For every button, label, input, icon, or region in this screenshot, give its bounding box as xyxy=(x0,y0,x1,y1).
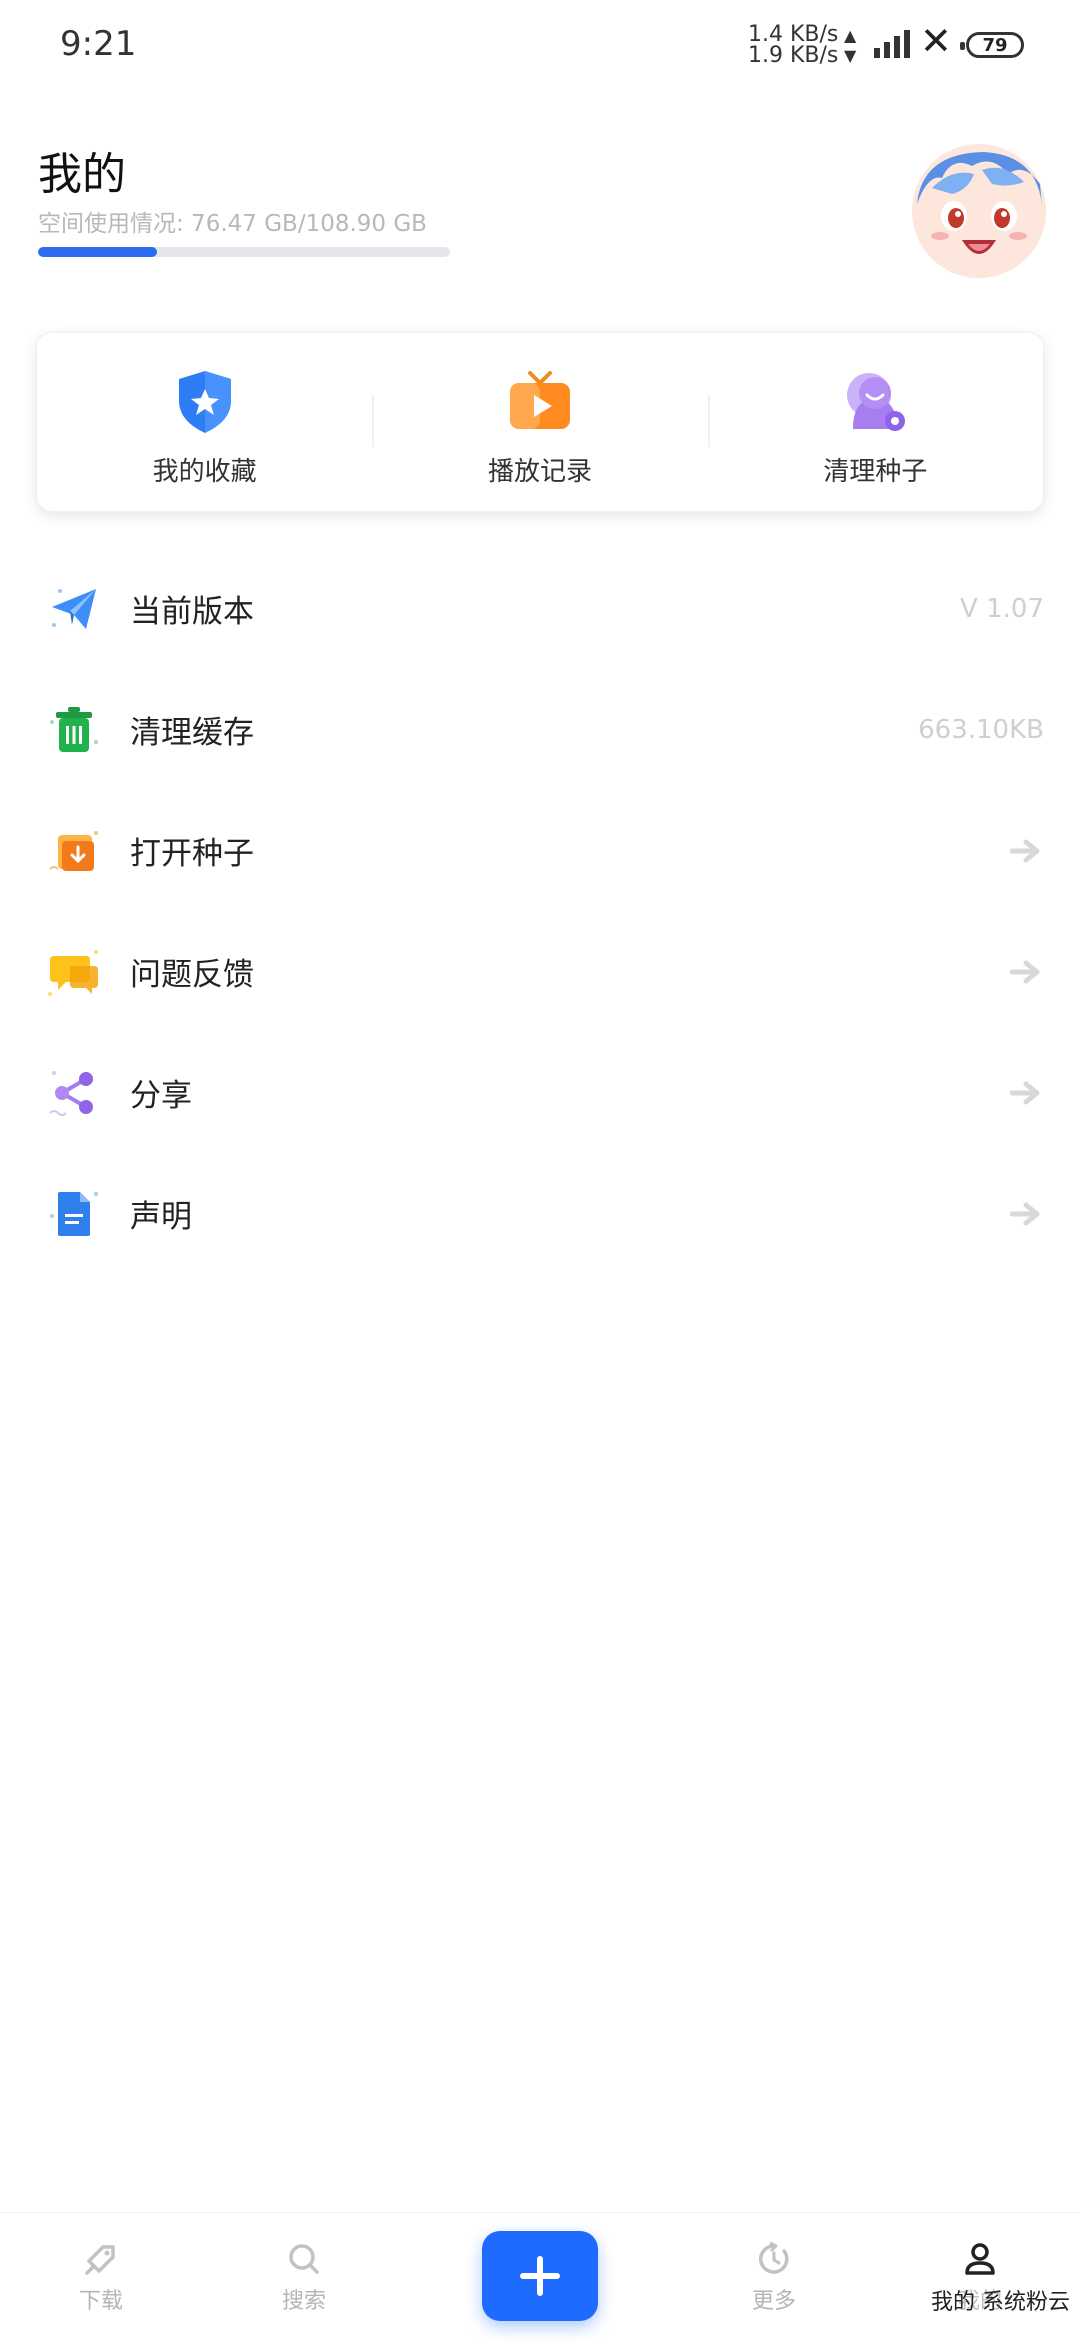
avatar[interactable] xyxy=(912,144,1046,278)
shield-star-icon xyxy=(178,370,231,433)
plus-icon xyxy=(520,2256,560,2296)
status-time: 9:21 xyxy=(60,24,137,64)
nav-label: 搜索 xyxy=(281,2289,326,2314)
menu-item-version[interactable]: 当前版本 V 1.07 xyxy=(0,548,1080,669)
nav-label: 更多 xyxy=(751,2289,796,2314)
quick-action-label: 清理种子 xyxy=(823,456,928,487)
paper-plane-icon xyxy=(52,588,96,629)
avatar-image xyxy=(912,144,1046,278)
quick-action-label: 播放记录 xyxy=(487,456,592,487)
battery-icon: 79 xyxy=(960,32,1024,58)
quick-action-history[interactable]: 播放记录 xyxy=(372,333,707,511)
arrow-right-icon xyxy=(1010,839,1040,862)
signal-icon xyxy=(874,30,910,58)
menu-item-statement[interactable]: 声明 xyxy=(0,1153,1080,1274)
trash-icon xyxy=(50,706,98,752)
status-bar: 9:21 1.4 KB/s 1.9 KB/s ▲ ▼ ✕ 79 xyxy=(0,0,1080,90)
storage-progress-bar xyxy=(38,247,450,257)
open-file-icon xyxy=(49,830,98,871)
search-icon xyxy=(289,2244,319,2274)
nav-label: 下载 xyxy=(78,2289,123,2314)
menu-item-label: 打开种子 xyxy=(130,836,254,872)
menu-item-share[interactable]: 分享 xyxy=(0,1032,1080,1153)
profile-screen: 9:21 1.4 KB/s 1.9 KB/s ▲ ▼ ✕ 79 我的 空间使用情况… xyxy=(0,0,1080,2340)
nav-tab-more[interactable]: 更多 xyxy=(714,2239,834,2315)
quick-action-clean-seeds[interactable]: 清理种子 xyxy=(707,333,1043,511)
no-sim-icon: ✕ xyxy=(920,19,952,63)
version-value: V 1.07 xyxy=(960,593,1044,624)
menu-item-open-seed[interactable]: 打开种子 xyxy=(0,790,1080,911)
menu-item-label: 问题反馈 xyxy=(130,957,254,993)
quick-action-label: 我的收藏 xyxy=(152,456,257,487)
nav-tab-download[interactable]: 下载 xyxy=(41,2239,161,2315)
storage-progress-fill xyxy=(38,247,158,257)
download-speed: 1.9 KB/s xyxy=(748,43,839,68)
add-button[interactable] xyxy=(482,2231,598,2321)
network-arrows-icon: ▲ ▼ xyxy=(844,26,857,65)
nav-tab-search[interactable]: 搜索 xyxy=(244,2239,364,2315)
user-icon xyxy=(965,2243,995,2275)
quick-action-favorites[interactable]: 我的收藏 xyxy=(37,333,372,511)
quick-actions-card: 我的收藏 播放记录 清理种子 xyxy=(36,332,1044,512)
arrow-right-icon xyxy=(1010,1081,1040,1104)
storage-usage-text: 空间使用情况: 76.47 GB/108.90 GB xyxy=(38,211,427,237)
arrow-right-icon xyxy=(1010,1202,1040,1225)
share-icon xyxy=(49,1070,93,1116)
document-icon xyxy=(50,1191,98,1236)
tag-icon xyxy=(85,2245,115,2275)
watermark: 我的 系统粉云 xyxy=(927,2282,1074,2318)
menu-item-label: 当前版本 xyxy=(130,594,254,630)
menu-item-label: 分享 xyxy=(130,1078,192,1114)
upload-speed: 1.4 KB/s xyxy=(748,22,839,47)
arrow-right-icon xyxy=(1010,960,1040,983)
menu-item-label: 清理缓存 xyxy=(130,715,254,751)
tv-play-icon xyxy=(509,370,570,429)
menu-item-label: 声明 xyxy=(130,1199,192,1235)
network-speed: 1.4 KB/s 1.9 KB/s xyxy=(748,22,839,68)
cache-size-value: 663.10KB xyxy=(918,714,1044,745)
seed-clean-icon xyxy=(847,372,906,431)
menu-item-feedback[interactable]: 问题反馈 xyxy=(0,911,1080,1032)
menu-item-clear-cache[interactable]: 清理缓存 663.10KB xyxy=(0,669,1080,790)
battery-level: 79 xyxy=(982,34,1008,56)
settings-menu: 当前版本 V 1.07 清理缓存 663.10KB 打开种子 问题反馈 分享 声… xyxy=(0,548,1080,1274)
refresh-icon xyxy=(759,2241,789,2274)
page-title: 我的 xyxy=(38,149,126,200)
chat-bubbles-icon xyxy=(48,949,98,996)
